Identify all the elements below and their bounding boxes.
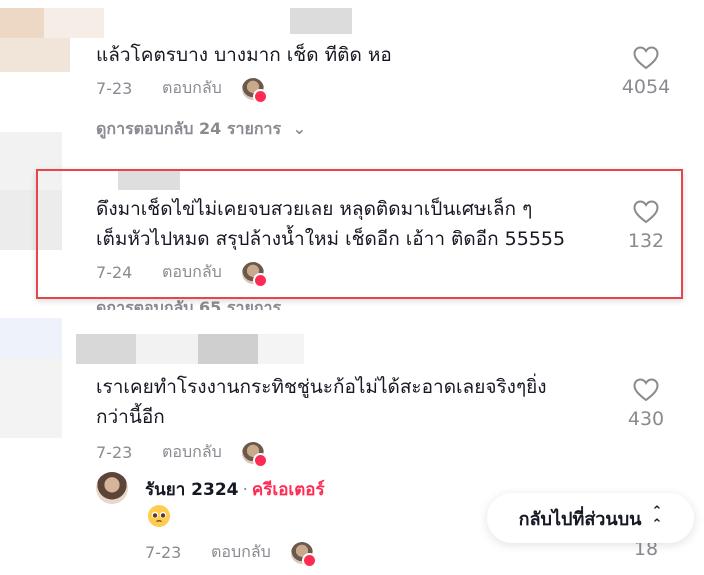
heart-icon[interactable]: [633, 378, 659, 402]
reply-button[interactable]: ตอบกลับ: [162, 260, 222, 285]
comment-line: เราเคยทำโรงงานกระทิชชู่นะก้อไม่ได้สะอาดเ…: [96, 376, 547, 398]
censored-username-3c: [198, 334, 258, 364]
comment-line: แล้วโคตรบาง บางมาก เช็ด ทีติด หอ: [96, 44, 392, 66]
like-column: 4054: [616, 46, 676, 98]
comment-date: 7-24: [96, 263, 133, 282]
avatar[interactable]: [96, 472, 128, 504]
creator-liked-avatar-icon: [290, 541, 317, 568]
like-count: 4054: [621, 76, 671, 98]
censored-avatar-1b: [44, 8, 104, 38]
comment-meta: 7-23 ตอบกลับ: [145, 540, 317, 568]
censored-username-3d: [258, 334, 304, 364]
back-to-top-button[interactable]: กลับไปที่ส่วนบน ⌃ ⌃: [487, 493, 694, 543]
censored-avatar-2: [0, 132, 62, 190]
comment-meta: 7-24 ตอบกลับ: [96, 260, 268, 288]
censored-avatar-3b: [0, 358, 62, 438]
censored-username-1: [290, 8, 352, 34]
comments-panel: แล้วโคตรบาง บางมาก เช็ด ทีติด หอ 7-23 ตอ…: [0, 0, 704, 575]
comment-date: 7-23: [96, 79, 133, 98]
comment-line: ดึงมาเช็ดไข่ไม่เคยจบสวยเลย หลุดติดมาเป็น…: [96, 198, 533, 220]
comment-date: 7-23: [145, 543, 182, 562]
comment-text: เราเคยทำโรงงานกระทิชชู่นะก้อไม่ได้สะอาดเ…: [96, 372, 547, 432]
like-column: 430: [616, 378, 676, 430]
like-column: 132: [616, 200, 676, 252]
separator: ·: [242, 480, 248, 500]
author-name[interactable]: รันยา 2324: [145, 480, 239, 500]
comment-meta: 7-23 ตอบกลับ: [96, 76, 268, 104]
creator-liked-avatar-icon: [241, 261, 268, 288]
censored-avatar-3: [0, 318, 62, 358]
view-replies-label: ดูการตอบกลับ 65 รายการ: [96, 298, 282, 310]
censored-username-3: [76, 334, 136, 364]
heart-icon[interactable]: [633, 200, 659, 224]
like-count: 132: [627, 230, 665, 252]
creator-badge: ครีเอเตอร์: [251, 480, 325, 500]
view-replies-button[interactable]: ดูการตอบกลับ 65 รายการ: [96, 296, 281, 310]
view-replies-button[interactable]: ดูการตอบกลับ 24 รายการ ⌄: [96, 117, 306, 142]
like-count: 430: [627, 408, 665, 430]
chevron-down-icon: ⌄: [292, 119, 307, 138]
reply-author: รันยา 2324 · ครีเอเตอร์: [145, 476, 325, 503]
censored-avatar-1c: [0, 38, 70, 72]
comment-text: แล้วโคตรบาง บางมาก เช็ด ทีติด หอ: [96, 40, 392, 70]
view-replies-label: ดูการตอบกลับ 24 รายการ: [96, 119, 282, 138]
reply-button[interactable]: ตอบกลับ: [162, 440, 222, 465]
comment-line: กว่านี้อีก: [96, 406, 165, 428]
heart-icon[interactable]: [633, 46, 659, 70]
reply-button[interactable]: ตอบกลับ: [162, 76, 222, 101]
censored-avatar-2b: [0, 190, 62, 250]
creator-liked-avatar-icon: [241, 441, 268, 468]
reply-button[interactable]: ตอบกลับ: [211, 540, 271, 565]
comment-line: เต็มหัวไปหมด สรุปล้างน้ำใหม่ เช็ดอีก เอ้…: [96, 228, 566, 250]
double-chevron-up-icon: ⌃ ⌃: [651, 504, 663, 532]
comment-date: 7-23: [96, 443, 133, 462]
comment-meta: 7-23 ตอบกลับ: [96, 440, 268, 468]
pleading-face-icon: [148, 505, 170, 527]
comment-text: ดึงมาเช็ดไข่ไม่เคยจบสวยเลย หลุดติดมาเป็น…: [96, 194, 565, 254]
censored-username-2: [118, 170, 180, 190]
censored-username-3b: [136, 334, 198, 364]
back-to-top-label: กลับไปที่ส่วนบน: [518, 508, 642, 530]
creator-liked-avatar-icon: [241, 77, 268, 104]
